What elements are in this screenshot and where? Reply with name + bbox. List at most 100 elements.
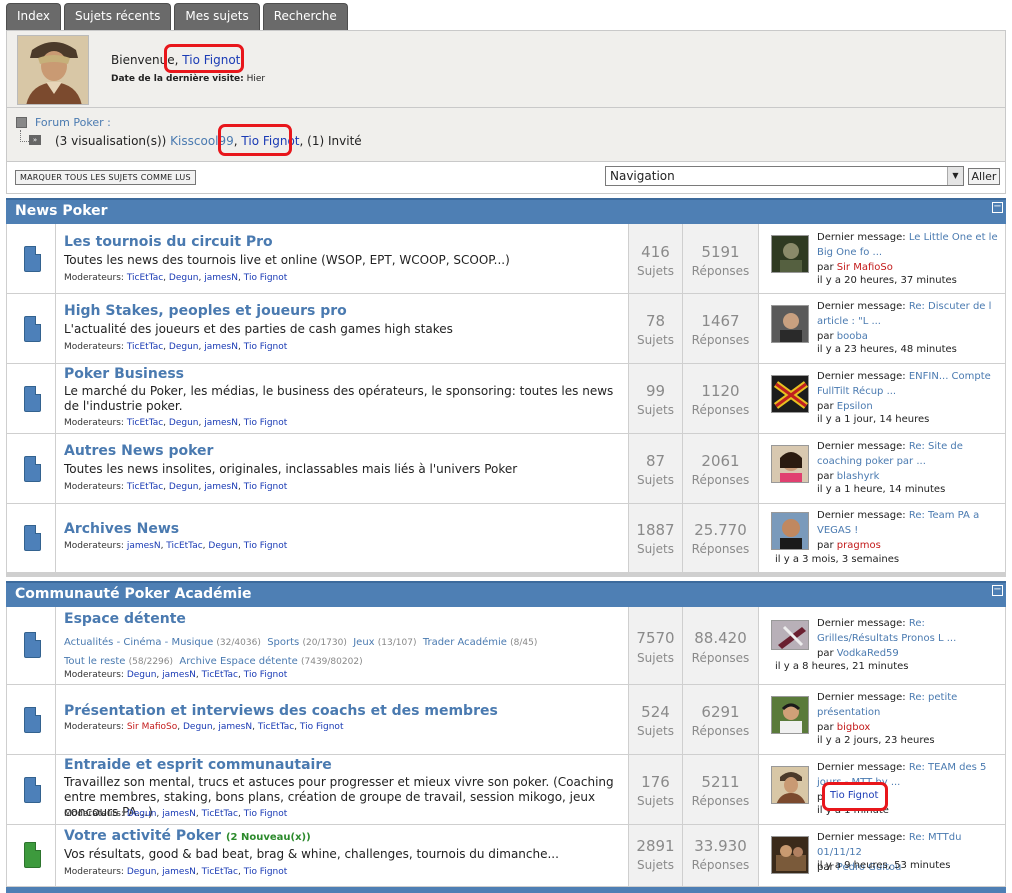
forum-toolbar: Marquer tous les sujets comme lus Naviga…: [6, 162, 1006, 194]
tab-index[interactable]: Index: [6, 3, 62, 30]
moderator-link[interactable]: Tio Fignot: [244, 541, 288, 551]
moderator-link[interactable]: Degun: [169, 482, 199, 492]
chevron-down-icon[interactable]: ▼: [947, 167, 963, 185]
last-poster-avatar[interactable]: [771, 836, 809, 874]
collapse-icon[interactable]: −: [992, 585, 1003, 596]
moderator-link[interactable]: TicEtTac: [202, 809, 238, 819]
highlighted-username[interactable]: Tio Fignot: [830, 790, 878, 801]
navigation-select[interactable]: Navigation ▼: [605, 166, 964, 186]
moderator-link[interactable]: Degun: [183, 722, 213, 732]
category-footer-bar: [6, 887, 1006, 893]
moderator-link[interactable]: jamesN: [218, 722, 252, 732]
category-title[interactable]: Communauté Poker Académie: [15, 586, 252, 602]
moderator-link[interactable]: TicEtTac: [127, 482, 163, 492]
tree-line-icon: [20, 130, 29, 142]
last-poster-avatar[interactable]: [771, 766, 809, 804]
moderator-link[interactable]: Tio Fignot: [244, 342, 288, 352]
topics-count: 2891: [636, 837, 675, 855]
moderator-link[interactable]: Tio Fignot: [244, 867, 288, 877]
last-post-time: il y a 1 jour, 14 heures: [817, 414, 930, 425]
last-post-user[interactable]: blashyrk: [837, 471, 880, 482]
last-poster-avatar[interactable]: [771, 620, 809, 650]
last-poster-avatar[interactable]: [771, 512, 809, 550]
moderator-link[interactable]: Degun: [127, 670, 157, 680]
forum-row: High Stakes, peoples et joueurs pro L'ac…: [6, 294, 1006, 364]
forum-title-link[interactable]: Présentation et interviews des coachs et…: [64, 703, 498, 719]
tab-my-topics[interactable]: Mes sujets: [174, 3, 260, 30]
moderator-link[interactable]: Tio Fignot: [244, 418, 288, 428]
moderator-link[interactable]: Tio Fignot: [244, 670, 288, 680]
forum-title-link[interactable]: Poker Business: [64, 366, 184, 382]
forum-description: Toutes les news insolites, originales, i…: [64, 462, 518, 476]
last-poster-avatar[interactable]: [771, 445, 809, 483]
forum-title-link[interactable]: Entraide et esprit communautaire: [64, 757, 332, 773]
last-post-user[interactable]: Epsilon: [837, 401, 873, 412]
moderator-link[interactable]: jamesN: [204, 273, 238, 283]
last-poster-avatar[interactable]: [771, 235, 809, 273]
moderator-link[interactable]: Tio Fignot: [244, 809, 288, 819]
forum-row: Poker Business Le marché du Poker, les m…: [6, 364, 1006, 434]
breadcrumb-forum-link[interactable]: Forum Poker :: [35, 116, 111, 129]
moderator-link[interactable]: Tio Fignot: [244, 482, 288, 492]
last-post-user[interactable]: pragmos: [837, 540, 881, 551]
subforum-link[interactable]: Tout le reste: [64, 656, 125, 667]
moderator-link[interactable]: jamesN: [127, 541, 161, 551]
last-post-cell: Dernier message: Re: MTTdu 01/11/12 par …: [759, 825, 1006, 886]
moderators: Moderateurs: Sir MafioSo, Degun, jamesN,…: [64, 722, 344, 732]
moderator-link[interactable]: jamesN: [204, 342, 238, 352]
last-post-time: il y a 20 heures, 37 minutes: [817, 275, 957, 286]
moderator-link[interactable]: Degun: [127, 809, 157, 819]
forum-title-link[interactable]: Les tournois du circuit Pro: [64, 234, 273, 250]
last-poster-avatar[interactable]: [771, 305, 809, 343]
forum-title-link[interactable]: Archives News: [64, 521, 179, 537]
last-post-user[interactable]: Sir MafioSo: [837, 262, 893, 273]
moderator-link[interactable]: Degun: [169, 418, 199, 428]
last-poster-avatar[interactable]: [771, 375, 809, 413]
moderator-link[interactable]: Degun: [127, 867, 157, 877]
last-post-user[interactable]: booba: [837, 331, 868, 342]
moderator-link[interactable]: Sir MafioSo: [127, 722, 177, 732]
moderator-link[interactable]: TicEtTac: [166, 541, 202, 551]
forum-title-link[interactable]: Autres News poker: [64, 443, 213, 459]
forum-icon-cell: [6, 294, 56, 363]
last-poster-avatar[interactable]: [771, 696, 809, 734]
folder-new-icon: [24, 842, 41, 868]
moderator-link[interactable]: jamesN: [204, 418, 238, 428]
posts-count-cell: 1467 Réponses: [683, 294, 759, 363]
moderator-link[interactable]: jamesN: [162, 809, 196, 819]
moderator-link[interactable]: TicEtTac: [202, 867, 238, 877]
forum-title-link[interactable]: High Stakes, peoples et joueurs pro: [64, 303, 347, 319]
moderator-link[interactable]: TicEtTac: [127, 342, 163, 352]
moderator-link[interactable]: jamesN: [162, 867, 196, 877]
subforum-link[interactable]: Archive Espace détente: [179, 656, 297, 667]
subforum-link[interactable]: Jeux: [353, 637, 374, 648]
collapse-icon[interactable]: −: [992, 202, 1003, 213]
moderator-link[interactable]: Tio Fignot: [300, 722, 344, 732]
tab-search[interactable]: Recherche: [262, 3, 348, 30]
go-button[interactable]: Aller: [968, 168, 1000, 185]
moderator-link[interactable]: TicEtTac: [127, 273, 163, 283]
last-post-user[interactable]: bigbox: [837, 722, 871, 733]
mark-all-read-button[interactable]: Marquer tous les sujets comme lus: [15, 170, 196, 185]
tab-recent-topics[interactable]: Sujets récents: [64, 3, 172, 30]
last-post-info: Dernier message: Re: Site de coaching po…: [817, 439, 1001, 484]
moderator-link[interactable]: Tio Fignot: [244, 273, 288, 283]
moderator-link[interactable]: TicEtTac: [202, 670, 238, 680]
user-avatar[interactable]: [17, 35, 89, 105]
moderator-link[interactable]: Degun: [208, 541, 238, 551]
last-post-user[interactable]: VodkaRed59: [837, 648, 899, 659]
forum-title-link[interactable]: Espace détente: [64, 611, 186, 627]
subforum-link[interactable]: Sports: [267, 637, 299, 648]
last-post-cell: Dernier message: Re: Discuter de l artic…: [759, 294, 1006, 363]
category-title[interactable]: News Poker: [15, 203, 108, 219]
moderator-link[interactable]: Degun: [169, 273, 199, 283]
subforum-link[interactable]: Actualités - Cinéma - Musique: [64, 637, 213, 648]
moderator-link[interactable]: jamesN: [204, 482, 238, 492]
moderator-link[interactable]: jamesN: [162, 670, 196, 680]
moderator-link[interactable]: TicEtTac: [127, 418, 163, 428]
moderator-link[interactable]: Degun: [169, 342, 199, 352]
subforum-link[interactable]: Trader Académie: [423, 637, 507, 648]
forum-title-link[interactable]: Votre activité Poker: [64, 828, 221, 844]
forum-icon-cell: [6, 504, 56, 572]
moderator-link[interactable]: TicEtTac: [258, 722, 294, 732]
